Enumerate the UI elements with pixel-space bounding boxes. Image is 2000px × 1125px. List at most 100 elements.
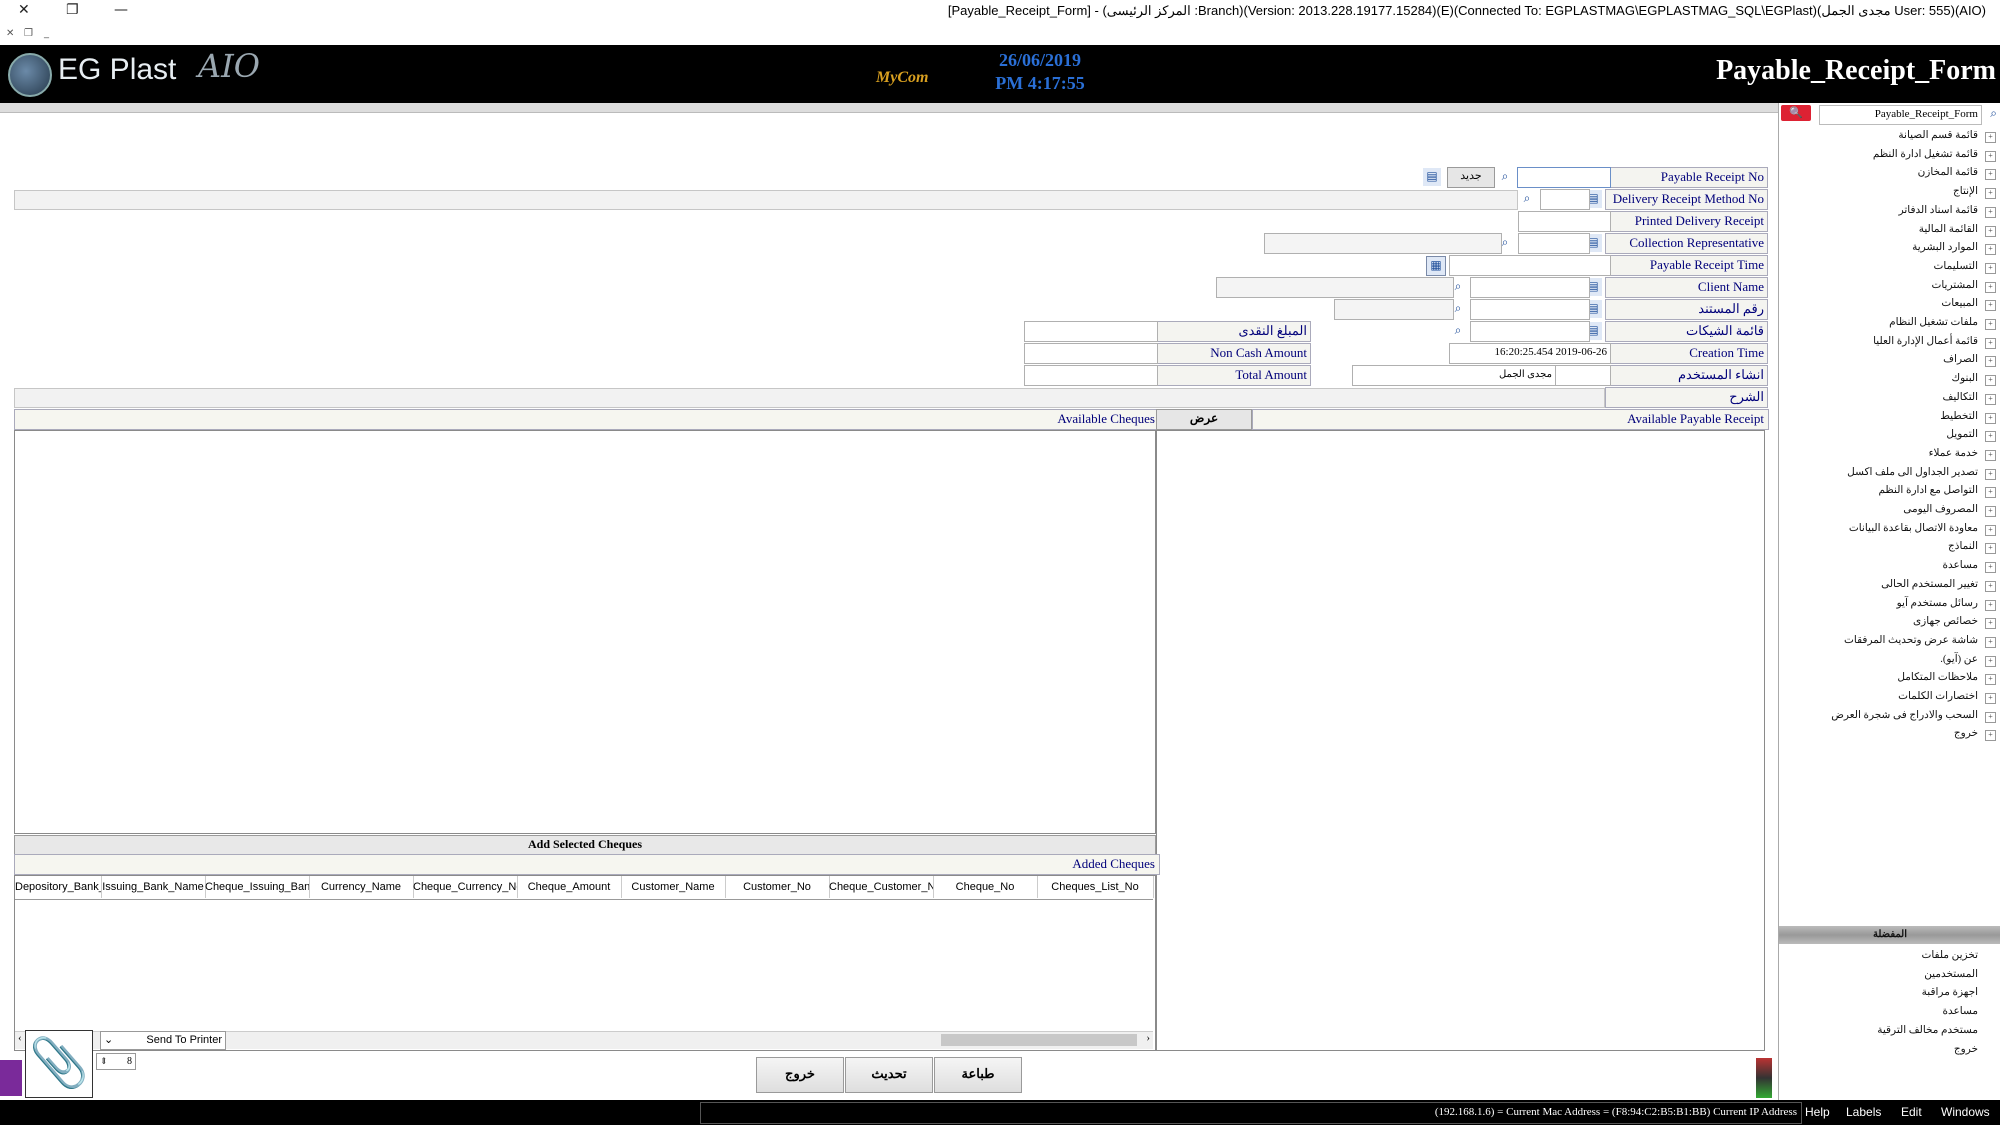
tree-item[interactable]: + التكاليف (1779, 390, 2000, 406)
minimize-icon[interactable]: — (114, 2, 128, 18)
expand-icon[interactable]: + (1985, 730, 1996, 742)
tree-item[interactable]: + رسائل مستخدم آيو (1779, 596, 2000, 612)
expand-icon[interactable]: + (1985, 169, 1996, 181)
print-button[interactable]: طباعة (934, 1057, 1022, 1093)
expand-icon[interactable]: + (1985, 636, 1996, 648)
restore-icon[interactable]: ❐ (66, 2, 79, 18)
column-header[interactable]: Currency_Name (309, 876, 414, 898)
tree-item[interactable]: + المصروف اليومى (1779, 502, 2000, 518)
stepper-icon[interactable]: ⇕ (100, 1054, 108, 1069)
tree-item[interactable]: + التسليمات (1779, 259, 2000, 275)
expand-icon[interactable]: + (1985, 562, 1996, 574)
tree-item[interactable]: + قائمة المخازن (1779, 165, 2000, 181)
non-cash-amount-input[interactable] (1024, 343, 1158, 364)
search-icon[interactable]: ⌕ (1496, 168, 1514, 186)
tree-item[interactable]: + معاودة الاتصال بقاعدة البيانات (1779, 521, 2000, 537)
available-payable-receipt-grid[interactable] (1156, 430, 1765, 1051)
expand-icon[interactable]: + (1985, 618, 1996, 630)
expand-icon[interactable]: + (1985, 281, 1996, 293)
tree-item[interactable]: + ملاحظات المتكامل (1779, 670, 2000, 686)
tree-item[interactable]: + قائمة تشغيل ادارة النظم (1779, 147, 2000, 163)
column-header[interactable]: Cheque_No (933, 876, 1038, 898)
description-input[interactable] (14, 388, 1605, 408)
column-header[interactable]: Cheques_List_No (1037, 876, 1154, 898)
expand-icon[interactable]: + (1985, 337, 1996, 349)
copies-stepper[interactable]: ⇕ 8 (96, 1053, 136, 1070)
paperclip-icon[interactable]: 📎 (25, 1030, 93, 1098)
calendar-icon[interactable]: ▦ (1426, 256, 1446, 276)
printed-delivery-receipt-input[interactable] (1518, 211, 1611, 232)
tree-search-input[interactable]: Payable_Receipt_Form (1819, 105, 1982, 125)
expand-icon[interactable]: + (1985, 393, 1996, 405)
document-no-input[interactable] (1470, 299, 1590, 320)
column-header[interactable]: Cheque_Currency_No (413, 876, 518, 898)
menu-windows[interactable]: Windows (1941, 1105, 1990, 1119)
tree-item[interactable]: + التواصل مع ادارة النظم (1779, 483, 2000, 499)
tree-item[interactable]: + تصدير الجداول الى ملف اكسل (1779, 465, 2000, 481)
scrollbar-thumb[interactable] (941, 1034, 1137, 1046)
search-icon[interactable]: 🔍 (1781, 105, 1811, 121)
expand-icon[interactable]: + (1985, 674, 1996, 686)
tree-item[interactable]: + التخطيط (1779, 409, 2000, 425)
scroll-right-icon[interactable]: › (1146, 1032, 1150, 1044)
column-header[interactable]: Cheque_Issuing_Bank_No (205, 876, 310, 898)
expand-icon[interactable]: + (1985, 262, 1996, 274)
expand-icon[interactable]: + (1985, 375, 1996, 387)
expand-icon[interactable]: + (1985, 543, 1996, 555)
close-icon[interactable]: ✕ (18, 2, 30, 18)
column-header[interactable]: Customer_No (725, 876, 830, 898)
client-no-input[interactable] (1470, 277, 1590, 298)
tree-item[interactable]: + النماذج (1779, 539, 2000, 555)
expand-icon[interactable]: + (1985, 599, 1996, 611)
expand-icon[interactable]: + (1985, 711, 1996, 723)
favorite-item[interactable]: مستخدم مخالف الترقية (1877, 1024, 1978, 1036)
favorite-item[interactable]: اجهزة مراقبة (1922, 986, 1978, 998)
added-cheques-grid[interactable]: Depository_Bank_No Issuing_Bank_Name Che… (14, 875, 1156, 1051)
tree-item[interactable]: + اختصارات الكلمات (1779, 689, 2000, 705)
tree-item[interactable]: + المشتريات (1779, 278, 2000, 294)
available-cheques-grid[interactable] (14, 430, 1156, 834)
expand-icon[interactable]: + (1985, 693, 1996, 704)
tree-item[interactable]: + التمويل (1779, 427, 2000, 443)
column-header[interactable]: Cheque_Customer_No (829, 876, 934, 898)
expand-icon[interactable]: + (1985, 468, 1996, 480)
menu-labels[interactable]: Labels (1846, 1105, 1881, 1119)
expand-icon[interactable]: + (1985, 319, 1996, 330)
expand-icon[interactable]: + (1985, 244, 1996, 256)
favorite-item[interactable]: مساعدة (1943, 1005, 1978, 1017)
tree-item[interactable]: + الصراف (1779, 352, 2000, 368)
tree-item[interactable]: + الإنتاج (1779, 184, 2000, 200)
tree-item[interactable]: + الموارد البشرية (1779, 240, 2000, 256)
tree-item[interactable]: + قائمة اسناد الدفاتر (1779, 203, 2000, 219)
child-restore-icon[interactable]: ❐ (24, 28, 33, 39)
menu-edit[interactable]: Edit (1901, 1105, 1922, 1119)
column-header[interactable]: Issuing_Bank_Name (101, 876, 206, 898)
search-icon[interactable]: ⌕ (1990, 106, 1997, 121)
column-header[interactable]: Customer_Name (621, 876, 726, 898)
expand-icon[interactable]: + (1985, 150, 1996, 162)
search-icon[interactable]: ⌕ (1518, 190, 1536, 208)
refresh-button[interactable]: تحديث (845, 1057, 933, 1093)
total-amount-input[interactable] (1024, 365, 1158, 386)
search-icon[interactable]: ⌕ (1449, 322, 1467, 340)
tree-item[interactable]: + ملفات تشغيل النظام (1779, 315, 2000, 331)
expand-icon[interactable]: + (1985, 524, 1996, 536)
send-to-printer-select[interactable]: ⌄ Send To Printer (100, 1031, 226, 1050)
tree-item[interactable]: + خروج (1779, 726, 2000, 742)
expand-icon[interactable]: + (1985, 225, 1996, 237)
expand-icon[interactable]: + (1985, 132, 1996, 143)
tree-item[interactable]: + مساعدة (1779, 558, 2000, 574)
payable-receipt-no-input[interactable] (1517, 167, 1611, 188)
tree-item[interactable]: + قائمة أعمال الإدارة العليا (1779, 334, 2000, 350)
scroll-left-icon[interactable]: ‹ (18, 1032, 22, 1044)
tree-item[interactable]: + تغيير المستخدم الحالى (1779, 577, 2000, 593)
exit-button[interactable]: خروج (756, 1057, 844, 1093)
new-button[interactable]: جديد (1447, 167, 1495, 188)
tree-item[interactable]: + السحب والادراج فى شجرة العرض (1779, 708, 2000, 724)
column-header[interactable]: Cheque_Amount (517, 876, 622, 898)
tree-item[interactable]: + البنوك (1779, 371, 2000, 387)
expand-icon[interactable]: + (1985, 655, 1996, 667)
expand-icon[interactable]: + (1985, 431, 1996, 443)
favorite-item[interactable]: خروج (1954, 1043, 1978, 1055)
delivery-receipt-method-input[interactable] (1540, 189, 1590, 210)
